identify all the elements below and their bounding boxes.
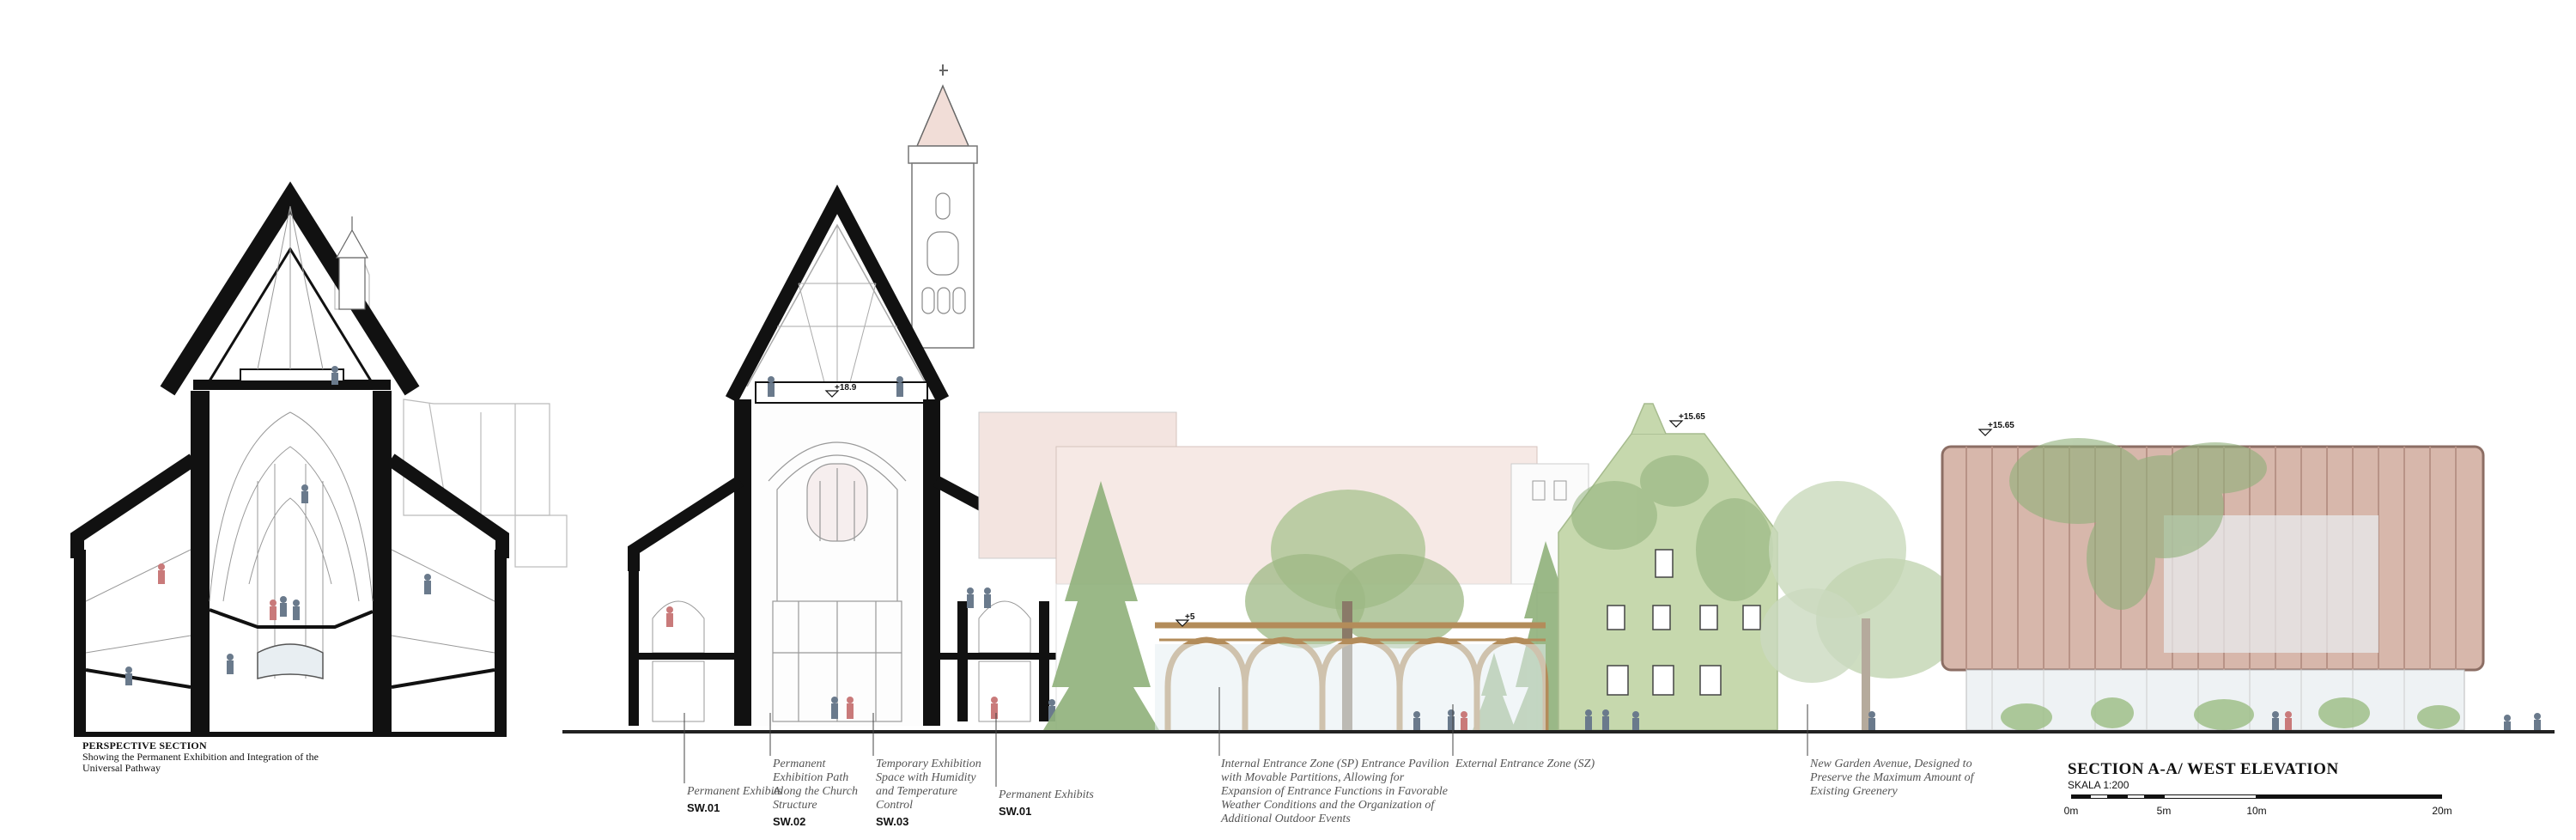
annotation-code: SW.02: [773, 815, 806, 828]
annotation-text: Permanent Exhibits: [687, 785, 782, 798]
bell-tower: [908, 64, 978, 349]
perspective-section: [70, 181, 568, 737]
scale-bar-segment: [2126, 794, 2146, 799]
ivy-house: [1558, 403, 1778, 731]
annotation-code: SW.03: [876, 815, 909, 828]
annotation-external-entrance-zone: External Entrance Zone (SZ): [1455, 758, 1595, 770]
svg-text:+18.9: +18.9: [835, 383, 857, 393]
scale-bar-segment: [2145, 794, 2164, 799]
annotation-sw01-right: Permanent Exhibits SW.01: [999, 788, 1102, 819]
church-section: [628, 64, 1071, 726]
scale-bar-segment: [2257, 794, 2442, 799]
scale-bar-label: 10m: [2246, 805, 2267, 817]
annotation-sw03: Temporary Exhibition Space with Humidity…: [876, 758, 992, 829]
garden-trees: [1760, 481, 1962, 730]
drawing-title: SECTION A-A/ WEST ELEVATION: [2068, 760, 2339, 778]
scale-bar-segment: [2108, 794, 2127, 799]
museum-building: [1941, 438, 2485, 731]
section-elevation-drawing: +18.9 +5 +15.65 +15.65: [70, 64, 2555, 787]
annotation-text: Temporary Exhibition Space with Humidity…: [876, 758, 981, 812]
annotation-text: Permanent Exhibits: [999, 788, 1094, 801]
annotation-sw02: Permanent Exhibition Path Along the Chur…: [773, 758, 872, 829]
level-marker-museum: +15.65: [1978, 421, 2014, 436]
annotation-garden-avenue: New Garden Avenue, Designed to Preserve …: [1810, 758, 1974, 798]
title-block: SECTION A-A/ WEST ELEVATION SKALA 1:200: [2068, 760, 2480, 791]
scale-bar-label: 5m: [2156, 805, 2172, 817]
annotation-internal-entrance-zone: Internal Entrance Zone (SP) Entrance Pav…: [1221, 758, 1449, 825]
scale-bar-segment: [2089, 794, 2109, 799]
svg-text:+15.65: +15.65: [1679, 412, 1705, 422]
scale-bar-label: 0m: [2063, 805, 2079, 817]
perspective-caption: PERSPECTIVE SECTION Showing the Permanen…: [82, 740, 340, 774]
scale-bar-segment: [2164, 794, 2257, 799]
svg-text:+15.65: +15.65: [1988, 421, 2014, 430]
annotation-text: Permanent Exhibition Path Along the Chur…: [773, 758, 859, 812]
scale-bar: 0m 5m 10m 20m: [2064, 794, 2452, 817]
level-marker-house: +15.65: [1668, 412, 1705, 428]
ground-line: [562, 730, 2555, 733]
svg-text:+5: +5: [1185, 612, 1195, 622]
scale-bar-label: 20m: [2432, 805, 2452, 817]
scale-bar-segment: [2071, 794, 2090, 799]
perspective-caption-text: Showing the Permanent Exhibition and Int…: [82, 751, 319, 774]
annotation-code: SW.01: [999, 805, 1032, 818]
drawing-scale: SKALA 1:200: [2068, 779, 2129, 791]
